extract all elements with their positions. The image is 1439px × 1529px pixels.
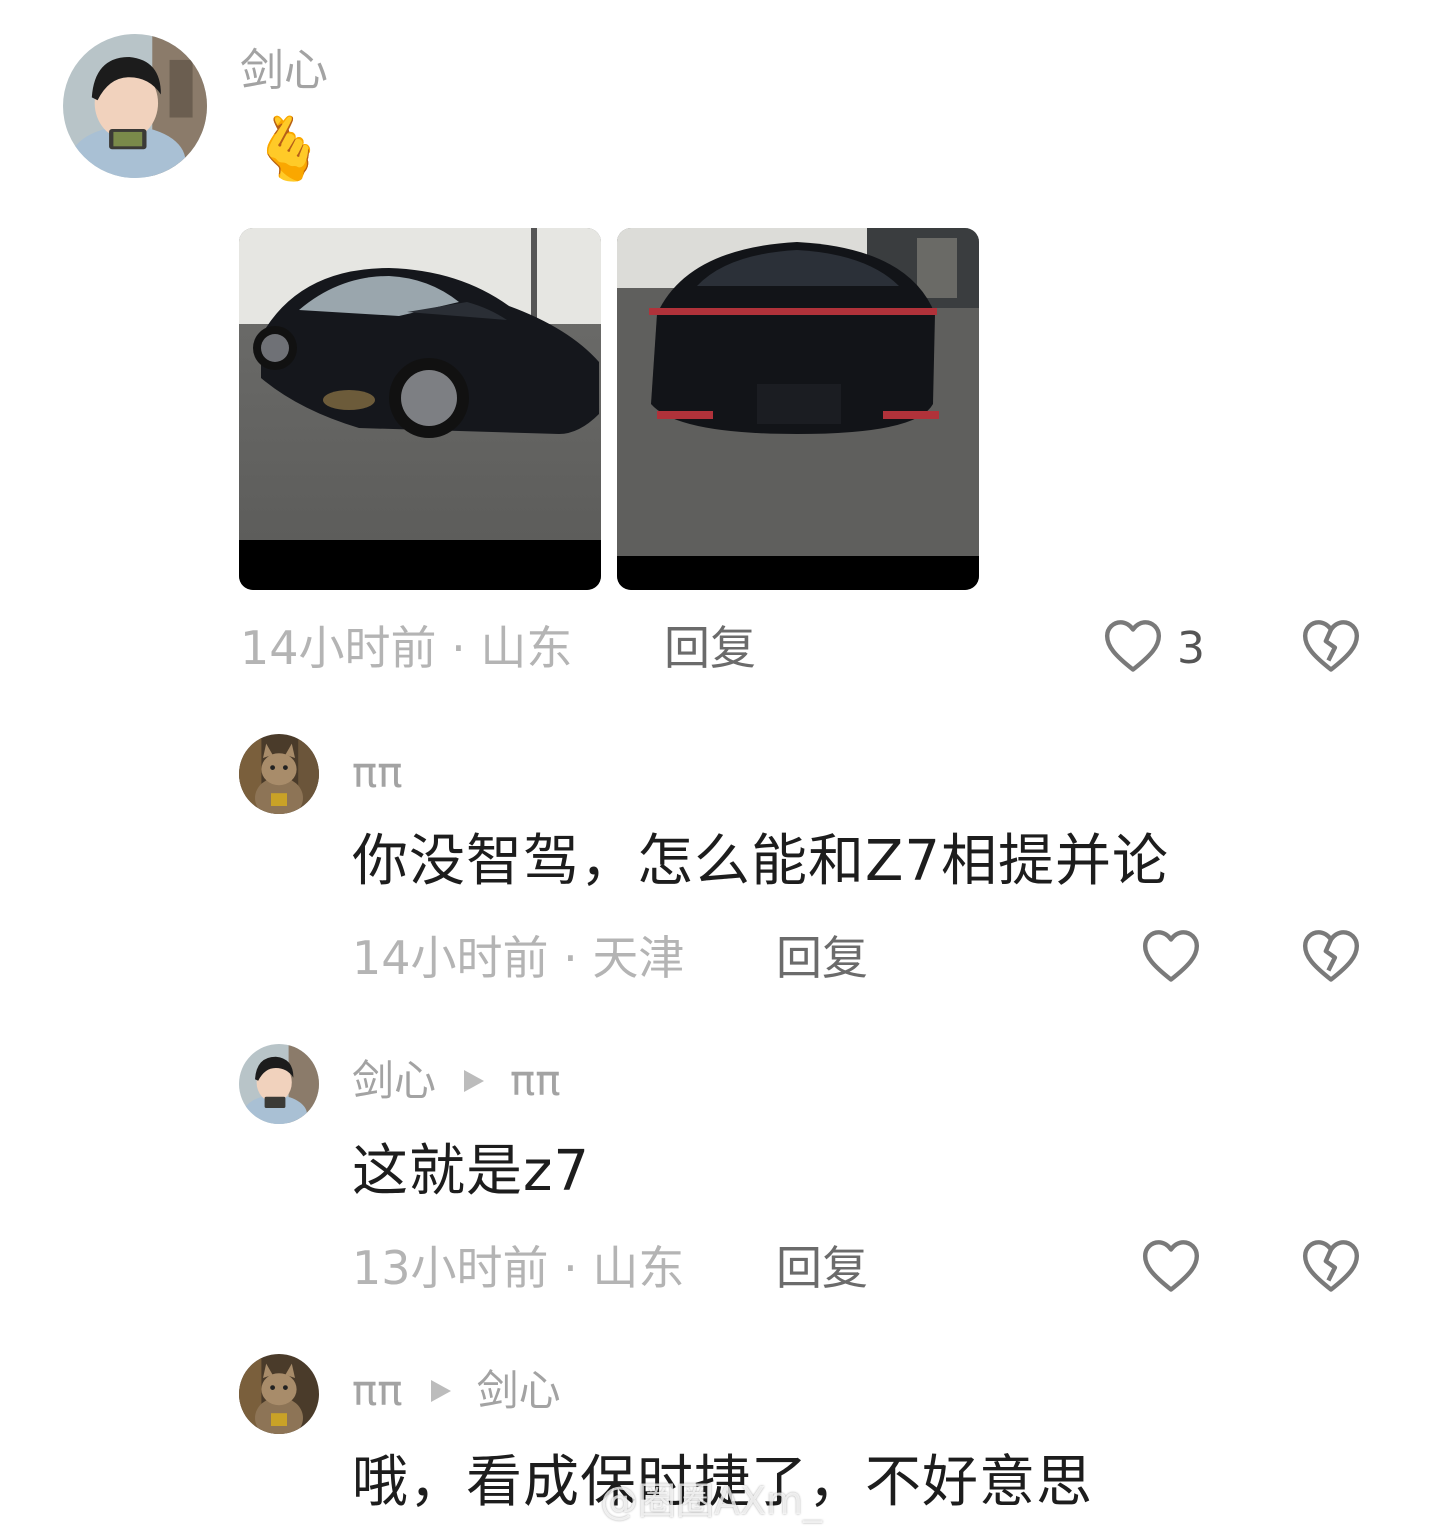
reply-author[interactable]: ππ bbox=[352, 752, 403, 794]
comment-meta: 14小时前 · 山东 bbox=[240, 621, 573, 675]
car-rear-photo[interactable] bbox=[617, 228, 979, 590]
heart-outline-icon[interactable] bbox=[1140, 926, 1202, 984]
reply-header: 剑心 ππ bbox=[352, 1060, 561, 1102]
play-triangle-icon bbox=[430, 1380, 451, 1402]
reply-button[interactable]: 回复 bbox=[776, 1245, 868, 1291]
comment-meta: 14小时前 · 天津 bbox=[352, 931, 685, 985]
broken-heart-icon[interactable] bbox=[1300, 1236, 1362, 1294]
play-triangle-icon bbox=[464, 1070, 485, 1092]
watermark: @圈圈AXm_ bbox=[600, 1479, 823, 1523]
reply-button[interactable]: 回复 bbox=[664, 625, 756, 671]
comment-text: 你没智驾，怎么能和Z7相提并论 bbox=[352, 829, 1169, 894]
reply-author[interactable]: ππ bbox=[352, 1370, 403, 1412]
reply-header: ππ 剑心 bbox=[352, 1370, 561, 1412]
heart-outline-icon[interactable] bbox=[1140, 1236, 1202, 1294]
reply-author[interactable]: 剑心 bbox=[352, 1060, 436, 1102]
heart-outline-icon[interactable] bbox=[1102, 616, 1164, 674]
avatar-pipi[interactable] bbox=[239, 1354, 319, 1434]
comment-author[interactable]: 剑心 bbox=[240, 49, 328, 93]
avatar-jianxin[interactable] bbox=[63, 34, 207, 178]
broken-heart-icon[interactable] bbox=[1300, 926, 1362, 984]
reply-to-name[interactable]: 剑心 bbox=[477, 1370, 561, 1412]
avatar-pipi[interactable] bbox=[239, 734, 319, 814]
reply-to-name[interactable]: ππ bbox=[510, 1060, 561, 1102]
avatar-jianxin[interactable] bbox=[239, 1044, 319, 1124]
comment-text: 这就是z7 bbox=[352, 1139, 591, 1204]
car-front-three-quarter-photo[interactable] bbox=[239, 228, 601, 590]
like-count: 3 bbox=[1177, 623, 1205, 674]
comment-meta: 13小时前 · 山东 bbox=[352, 1241, 685, 1295]
finger-heart-emoji: 🫰 bbox=[250, 112, 328, 185]
reply-button[interactable]: 回复 bbox=[776, 935, 868, 981]
broken-heart-icon[interactable] bbox=[1300, 616, 1362, 674]
